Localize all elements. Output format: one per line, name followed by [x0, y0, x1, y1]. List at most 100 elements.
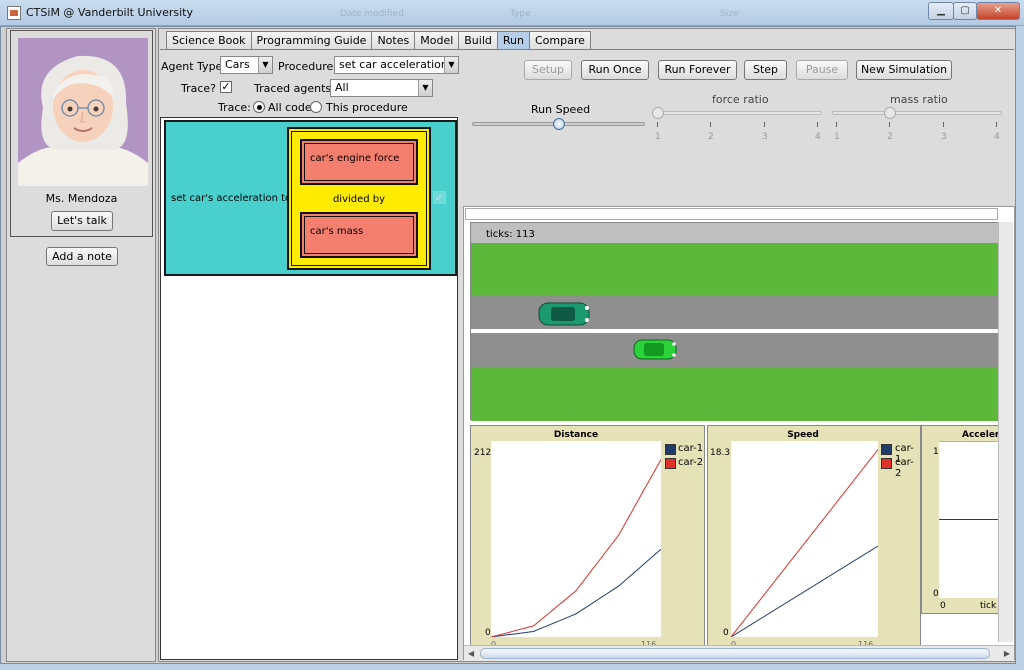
- accel-xmin: 0: [940, 601, 946, 611]
- engine-force-label: car's engine force: [304, 143, 414, 181]
- force-tick: [817, 122, 818, 127]
- traced-agents-label: Traced agents:: [254, 82, 335, 95]
- ghost-text: Size: [720, 9, 739, 19]
- trace-procedure-label: This procedure: [326, 101, 408, 114]
- chevron-down-icon: ▼: [444, 57, 458, 73]
- speed-plot: Speed 18.3 0 0 116 car-1 car-2: [707, 425, 921, 649]
- force-tick-label: 2: [708, 132, 714, 142]
- run-once-button[interactable]: Run Once: [581, 60, 649, 80]
- horizontal-scrollbar[interactable]: ◀ ▶: [464, 645, 1014, 661]
- legend-swatch-car2: [665, 458, 676, 469]
- series-line-car-2: [491, 459, 661, 637]
- mass-label: car's mass: [304, 216, 414, 254]
- mass-tick-label: 4: [994, 132, 1000, 142]
- tab-model[interactable]: Model: [414, 31, 460, 49]
- vertical-scrollbar[interactable]: [998, 222, 1013, 642]
- accel-ymin: 0: [933, 589, 939, 599]
- force-tick-label: 1: [655, 132, 661, 142]
- run-speed-thumb[interactable]: [553, 118, 565, 130]
- agent-type-value: Cars: [225, 58, 250, 71]
- trace-procedure-radio[interactable]: [310, 101, 322, 113]
- command-strip: [465, 208, 998, 220]
- force-tick-label: 4: [815, 132, 821, 142]
- procedure-select[interactable]: set car acceleration ▼: [334, 56, 459, 74]
- series-line-car-1: [491, 548, 661, 637]
- setup-button[interactable]: Setup: [524, 60, 572, 80]
- accel-ymax: 1: [933, 447, 939, 457]
- series-line-car-2: [731, 449, 878, 637]
- run-forever-button[interactable]: Run Forever: [658, 60, 737, 80]
- speed-lines: [731, 449, 878, 637]
- agent-type-label: Agent Type:: [161, 60, 227, 73]
- tab-science-book[interactable]: Science Book: [166, 31, 252, 49]
- mass-tick: [996, 122, 997, 127]
- distance-ymin: 0: [485, 628, 491, 638]
- traced-agents-value: All: [335, 81, 349, 94]
- mass-ratio-thumb[interactable]: [884, 107, 896, 119]
- mass-tick-label: 3: [941, 132, 947, 142]
- avatar: [18, 38, 148, 186]
- force-ratio-label: force ratio: [712, 93, 769, 106]
- tab-build[interactable]: Build: [458, 31, 498, 49]
- pause-button[interactable]: Pause: [796, 60, 848, 80]
- scroll-left-icon[interactable]: ◀: [468, 649, 474, 658]
- chevron-down-icon: ▼: [258, 57, 272, 73]
- distance-ymax: 212: [474, 448, 492, 458]
- tab-compare[interactable]: Compare: [528, 31, 591, 49]
- trace-all-radio[interactable]: [253, 101, 265, 113]
- mass-ratio-track[interactable]: [832, 111, 1002, 115]
- legend-swatch-car1: [881, 444, 892, 455]
- acceleration-plot-title: Acceleration: [962, 430, 999, 440]
- force-tick-label: 3: [762, 132, 768, 142]
- mass-block[interactable]: car's mass: [300, 212, 418, 258]
- minimize-button[interactable]: ▁: [928, 2, 954, 20]
- character-name: Ms. Mendoza: [45, 192, 118, 205]
- legend-car1: car-1: [678, 443, 704, 454]
- app-icon: [7, 6, 21, 20]
- acceleration-ylabel: acceleration: [921, 495, 925, 551]
- new-simulation-button[interactable]: New Simulation: [856, 60, 952, 80]
- trace-all-label: All code: [268, 101, 312, 114]
- force-tick: [710, 122, 711, 127]
- close-button[interactable]: ✕: [976, 2, 1020, 20]
- chevron-down-icon: ▼: [418, 80, 432, 96]
- accel-xlabel: tick: [980, 601, 997, 611]
- scroll-thumb[interactable]: [480, 648, 990, 659]
- block-check-icon[interactable]: ✓: [433, 191, 446, 204]
- mass-tick-label: 1: [834, 132, 840, 142]
- step-button[interactable]: Step: [744, 60, 787, 80]
- force-ratio-thumb[interactable]: [652, 107, 664, 119]
- speed-ymin: 0: [723, 628, 729, 638]
- world-view[interactable]: [470, 222, 1001, 421]
- force-ratio-track[interactable]: [652, 111, 822, 115]
- procedure-value: set car acceleration: [339, 58, 448, 71]
- ghost-text: Date modified: [340, 9, 404, 19]
- maximize-button[interactable]: ▢: [953, 2, 977, 20]
- traced-agents-select[interactable]: All ▼: [330, 79, 433, 97]
- car-1-sprite: [538, 302, 590, 326]
- trace-mode-label: Trace:: [218, 101, 251, 114]
- lets-talk-button[interactable]: Let's talk: [51, 211, 113, 231]
- mass-ratio-label: mass ratio: [890, 93, 948, 106]
- mass-tick: [889, 122, 890, 127]
- scroll-right-icon[interactable]: ▶: [1004, 649, 1010, 658]
- mass-tick-label: 2: [887, 132, 893, 142]
- mass-tick: [836, 122, 837, 127]
- ticks-counter: ticks: 113: [486, 229, 535, 240]
- procedure-label: Procedure:: [278, 60, 337, 73]
- ghost-text: Type: [510, 9, 531, 19]
- trace-checkbox[interactable]: ✓: [220, 81, 232, 93]
- series-line-car-1: [731, 545, 878, 637]
- legend-car2: car-2: [895, 457, 914, 479]
- engine-force-block[interactable]: car's engine force: [300, 139, 418, 185]
- agent-type-select[interactable]: Cars ▼: [220, 56, 273, 74]
- divided-by-label: divided by: [332, 194, 386, 205]
- tab-notes[interactable]: Notes: [371, 31, 416, 49]
- add-note-button[interactable]: Add a note: [46, 247, 118, 266]
- distance-lines: [491, 459, 661, 637]
- tab-programming-guide[interactable]: Programming Guide: [250, 31, 373, 49]
- tab-bar: Science Book Programming Guide Notes Mod…: [166, 31, 591, 49]
- tab-run[interactable]: Run: [496, 31, 530, 49]
- legend-swatch-car2: [881, 458, 892, 469]
- force-tick: [764, 122, 765, 127]
